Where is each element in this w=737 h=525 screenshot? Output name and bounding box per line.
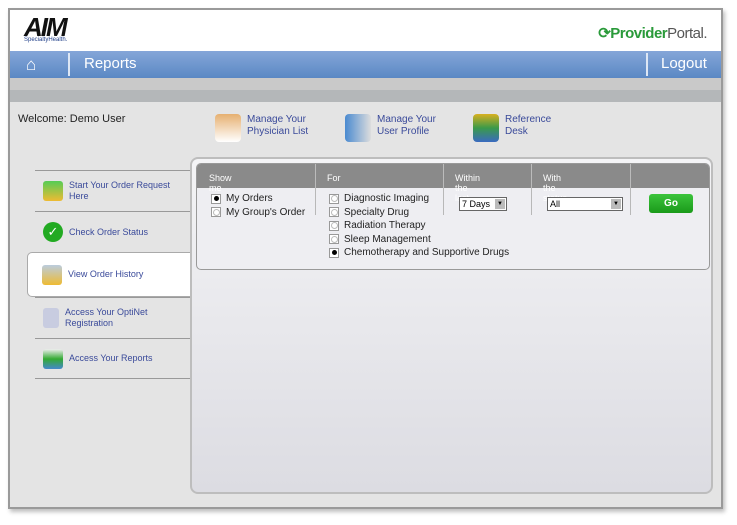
sidebar-item-optinet[interactable]: Access Your OptiNet Registration (35, 297, 191, 338)
radio-group-orders[interactable]: My Group's Order (211, 206, 305, 220)
chevron-down-icon: ▼ (495, 199, 505, 209)
order-filter: Show me For Within the last With the sta… (196, 163, 710, 270)
sidebar-item-check-status[interactable]: ✓ Check Order Status (35, 211, 191, 252)
books-icon (473, 114, 499, 142)
download-tray-icon (43, 181, 63, 201)
welcome-text: Welcome: Demo User (18, 113, 126, 125)
radio-sleep-management[interactable]: Sleep Management (329, 233, 509, 247)
header: AIM SpecialtyHealth. ⟳ProviderPortal. (10, 10, 721, 51)
go-button[interactable]: Go (649, 194, 693, 213)
nav-bar: ⌂ Reports Logout (10, 51, 721, 78)
sidebar-item-reports[interactable]: Access Your Reports (35, 338, 191, 379)
manage-physician-link[interactable]: Manage Your Physician List (215, 114, 308, 142)
app-window: AIM SpecialtyHealth. ⟳ProviderPortal. ⌂ … (8, 8, 723, 509)
document-icon (43, 308, 59, 328)
sidebar-item-order-history[interactable]: View Order History (27, 252, 191, 297)
check-circle-icon: ✓ (43, 222, 63, 242)
manage-profile-link[interactable]: Manage Your User Profile (345, 114, 436, 142)
chevron-down-icon: ▼ (611, 199, 621, 209)
history-icon (42, 264, 62, 285)
home-icon[interactable]: ⌂ (26, 55, 36, 75)
radio-my-orders[interactable]: My Orders (211, 192, 305, 206)
radio-chemotherapy[interactable]: Chemotherapy and Supportive Drugs (329, 246, 509, 260)
nav-title: Reports (84, 55, 137, 72)
content-panel: Show me For Within the last With the sta… (190, 157, 713, 494)
chart-icon (43, 348, 63, 369)
provider-portal-logo: ⟳ProviderPortal. (598, 25, 707, 42)
status-select[interactable]: All ▼ (547, 197, 623, 211)
within-select[interactable]: 7 Days ▼ (459, 197, 507, 211)
sidebar: Start Your Order Request Here ✓ Check Ord… (27, 170, 191, 379)
id-card-icon (345, 114, 371, 142)
logout-link[interactable]: Logout (661, 55, 707, 72)
physician-icon (215, 114, 241, 142)
aim-logo: AIM SpecialtyHealth. (24, 12, 68, 43)
radio-radiation-therapy[interactable]: Radiation Therapy (329, 219, 509, 233)
sidebar-item-start-order[interactable]: Start Your Order Request Here (35, 170, 191, 211)
reference-desk-link[interactable]: Reference Desk (473, 114, 551, 142)
